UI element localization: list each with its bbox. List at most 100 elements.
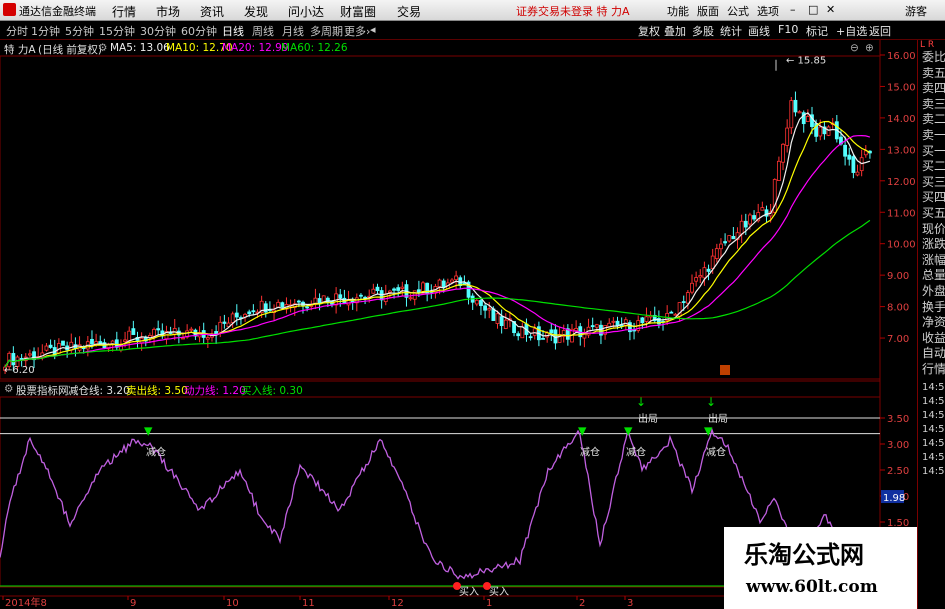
candle-body <box>797 111 802 114</box>
candle-body <box>392 288 396 291</box>
candle-body <box>338 294 343 299</box>
candle-body <box>805 116 810 123</box>
price-tick-label: 13.00 <box>887 145 916 156</box>
candle-body <box>251 310 256 313</box>
high-label: ← 15.85 <box>786 56 826 67</box>
candle-body <box>388 290 392 293</box>
price-tick-label: 9.00 <box>887 271 909 282</box>
price-tick-label: 15.00 <box>887 82 916 93</box>
candle-body <box>127 330 132 342</box>
candle-body <box>450 279 454 283</box>
candle-body <box>156 328 161 331</box>
panel-item[interactable]: 买一 <box>920 144 945 160</box>
watermark-url: www.60lt.com <box>746 577 878 597</box>
panel-time: 14:56 <box>922 410 945 422</box>
candle-body <box>516 333 521 337</box>
candle-body <box>855 171 860 176</box>
indicator-tick-label: 3.00 <box>887 440 909 451</box>
price-tick-label: 14.00 <box>887 114 916 125</box>
candle-body <box>247 311 252 315</box>
candle-body <box>437 279 442 288</box>
candle-body <box>760 207 765 211</box>
indicator-tick-label: 2.50 <box>887 466 909 477</box>
candle-body <box>474 299 479 305</box>
kline-chart[interactable]: 16.0015.0014.0013.0012.0011.0010.009.008… <box>0 0 945 609</box>
panel-item[interactable]: 换手 <box>920 300 945 316</box>
candle-body <box>607 322 612 327</box>
candle-body <box>528 336 533 339</box>
price-tick-label: 12.00 <box>887 177 916 188</box>
panel-item[interactable]: 买三 <box>920 175 945 191</box>
candle-body <box>793 99 798 113</box>
candle-body <box>487 308 492 311</box>
panel-item[interactable]: 外盘 <box>920 284 945 300</box>
candle-body <box>454 275 459 281</box>
candle-body <box>408 297 413 300</box>
candle-body <box>826 126 831 136</box>
panel-item[interactable]: 买二 <box>920 159 945 175</box>
buy-signal: 买入 <box>489 586 509 598</box>
indicator-tick-label: 3.50 <box>887 414 909 425</box>
panel-item[interactable]: 卖三 <box>920 97 945 113</box>
reduce-signal: 减仓 <box>146 446 166 459</box>
candle-body <box>847 154 852 160</box>
candle-body <box>152 328 156 337</box>
candle-body <box>441 280 446 288</box>
low-label: ←6.20 <box>4 365 35 376</box>
date-tick-label: 11 <box>302 598 315 609</box>
panel-tag: L R <box>920 40 935 50</box>
candle-body <box>44 345 49 351</box>
date-tick-label: 3 <box>627 598 633 609</box>
candle-body <box>276 301 281 308</box>
candle-body <box>189 328 194 331</box>
candle-body <box>640 317 645 324</box>
panel-item[interactable]: 卖五 <box>920 66 945 82</box>
candle-body <box>731 235 736 240</box>
panel-item[interactable]: 卖一 <box>920 128 945 144</box>
panel-item[interactable]: 涨跌 <box>920 237 945 253</box>
candle-body <box>396 287 401 291</box>
candle-body <box>69 341 74 351</box>
cursor-value: 1.98 <box>883 493 905 504</box>
candle-body <box>681 301 686 303</box>
candle-body <box>574 328 579 331</box>
panel-item[interactable]: 净资 <box>920 315 945 331</box>
quote-panel: L R 委比 卖五 卖四 卖三 卖二 卖一 买一 买二 买三 买四 买五 现价 涨跌 涨幅 总量 外盘 换手 净资… <box>917 40 945 609</box>
candle-body <box>590 325 595 328</box>
candle-body <box>743 220 748 228</box>
panel-item[interactable]: 卖四 <box>920 81 945 97</box>
panel-item[interactable]: 行情 <box>920 362 945 378</box>
candle-body <box>611 320 616 323</box>
candle-body <box>719 243 723 250</box>
exit-signal: 出局 <box>708 412 728 425</box>
candle-body <box>532 328 537 336</box>
panel-item[interactable]: 涨幅 <box>920 253 945 269</box>
panel-item[interactable]: 卖二 <box>920 112 945 128</box>
ma60-line <box>4 219 871 368</box>
panel-item[interactable]: 买四 <box>920 190 945 206</box>
reduce-signal: 减仓 <box>706 446 726 459</box>
candle-body <box>123 339 127 343</box>
date-tick-label: 2014年8 <box>5 596 47 609</box>
candle-body <box>11 353 16 366</box>
candle-body <box>706 268 711 272</box>
candle-body <box>615 320 620 326</box>
price-tick-label: 11.00 <box>887 208 916 219</box>
panel-item[interactable]: 委比 <box>920 50 945 66</box>
panel-item[interactable]: 买五 <box>920 206 945 222</box>
panel-item[interactable]: 总量 <box>920 268 945 284</box>
candle-body <box>305 306 310 309</box>
panel-time: 14:56 <box>922 452 945 464</box>
candle-body <box>499 316 504 327</box>
candle-body <box>503 319 508 329</box>
candle-body <box>748 214 752 225</box>
candle-body <box>727 235 732 242</box>
candle-body <box>623 319 628 326</box>
panel-item[interactable]: 收益 <box>920 331 945 347</box>
candle-body <box>131 328 136 335</box>
candle-body <box>218 321 223 333</box>
panel-item[interactable]: 现价 <box>920 222 945 238</box>
candle-body <box>375 286 380 292</box>
panel-item[interactable]: 自动 <box>920 346 945 362</box>
candle-body <box>520 326 525 339</box>
